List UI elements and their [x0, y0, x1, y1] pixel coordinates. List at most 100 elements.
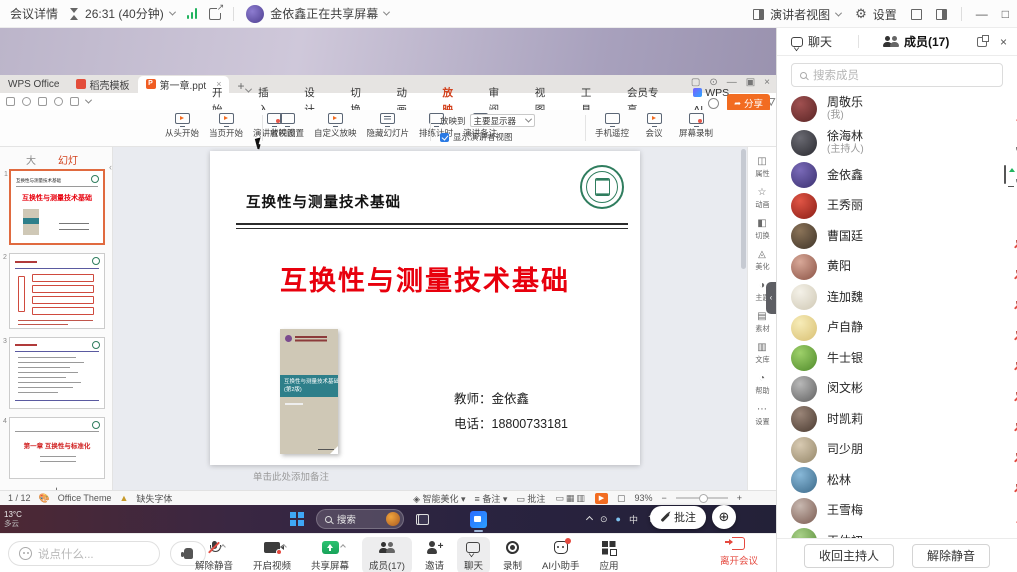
sidebar-item-文库[interactable]: ▥文库: [755, 343, 770, 365]
member-row[interactable]: 松林: [777, 465, 1017, 496]
member-row[interactable]: 牛士银: [777, 343, 1017, 374]
quick-message-input[interactable]: 说点什么...: [8, 541, 160, 566]
invite-button[interactable]: + 邀请: [418, 537, 451, 572]
slide-thumbnail-4[interactable]: 4 第一章 互换性与标准化: [9, 417, 105, 479]
ribbon-hide-slide[interactable]: 隐藏幻灯片: [367, 113, 410, 139]
output-icon[interactable]: [22, 97, 31, 106]
start-button[interactable]: [290, 512, 304, 526]
popout-panel-icon[interactable]: [977, 37, 987, 47]
sidebar-item-属性[interactable]: ◫属性: [755, 157, 770, 179]
leave-meeting-button[interactable]: 离开会议: [720, 537, 758, 567]
editor-scrollbar[interactable]: [741, 149, 746, 269]
reclaim-host-button[interactable]: 收回主持人: [804, 544, 894, 568]
tab-wps-office[interactable]: WPS Office: [0, 76, 68, 93]
ribbon-slideshow-settings[interactable]: 放映设置: [270, 113, 304, 139]
notes-placeholder[interactable]: 单击此处添加备注: [253, 469, 329, 483]
member-row[interactable]: 王仲初: [777, 526, 1017, 538]
zoom-level[interactable]: 93%: [634, 493, 652, 503]
share-screen-button[interactable]: 共享屏幕: [304, 537, 356, 572]
undo-icon[interactable]: [54, 97, 63, 106]
side-panel-toggle-icon[interactable]: [936, 9, 947, 20]
record-button[interactable]: 录制: [496, 537, 529, 572]
theme-label[interactable]: Office Theme: [58, 493, 112, 503]
zoom-out-button[interactable]: −: [661, 493, 666, 503]
sidebar-item-美化[interactable]: ◬美化: [755, 250, 770, 272]
network-signal-icon[interactable]: [187, 8, 198, 19]
unmute-button[interactable]: 解除静音: [188, 537, 240, 572]
annotate-button[interactable]: 批注: [650, 506, 706, 529]
tray-cloud-icon[interactable]: ●: [616, 514, 621, 524]
view-mode-icons[interactable]: ▭▦▥: [554, 493, 586, 504]
settings-button[interactable]: ⚙ 设置: [855, 6, 897, 23]
task-view-button[interactable]: [416, 514, 429, 525]
members-button[interactable]: 成员(17): [362, 537, 412, 572]
taskbar-meeting-icon[interactable]: [470, 511, 487, 528]
ribbon-meeting[interactable]: 会议: [639, 113, 669, 139]
meeting-timer[interactable]: 26:31 (40分钟): [70, 5, 175, 22]
member-row[interactable]: 王雪梅: [777, 496, 1017, 527]
display-select[interactable]: 主要显示器: [470, 114, 536, 127]
member-row[interactable]: 卢自静: [777, 313, 1017, 344]
sharing-status[interactable]: 金依鑫正在共享屏幕: [246, 5, 389, 23]
ribbon-from-beginning[interactable]: 从头开始: [165, 113, 199, 139]
tab-members[interactable]: 成员(17): [859, 33, 959, 50]
notes-button[interactable]: ≡ 备注 ▾: [475, 492, 508, 505]
tab-docer[interactable]: 稻壳模板: [68, 76, 138, 93]
missing-font-warning[interactable]: 缺失字体: [136, 492, 172, 505]
sidebar-item-切换[interactable]: ◧切换: [755, 219, 770, 241]
ribbon-custom-show[interactable]: 自定义放映: [314, 113, 357, 139]
ai-assistant-button[interactable]: AI小助手: [535, 537, 586, 572]
zoom-slider[interactable]: [676, 497, 728, 499]
comment-button[interactable]: ▭ 批注: [516, 492, 545, 505]
ribbon-from-current[interactable]: 当页开始: [209, 113, 243, 139]
tray-expand-icon[interactable]: [586, 515, 593, 522]
slide-thumbnail-2[interactable]: 2: [9, 253, 105, 329]
meeting-details-link[interactable]: 会议详情: [10, 5, 58, 22]
ribbon-screen-record[interactable]: 屏幕录制: [679, 113, 713, 139]
slide-thumbnail-1[interactable]: 1 互换性与测量技术基础 互换性与测量技术基础: [9, 169, 105, 245]
open-external-icon[interactable]: [209, 8, 221, 20]
close-panel-icon[interactable]: ×: [1000, 35, 1007, 49]
sidebar-item-帮助[interactable]: ◔帮助: [755, 374, 770, 396]
fullscreen-icon[interactable]: [911, 9, 922, 20]
magnifier-button[interactable]: ⊕: [712, 505, 736, 529]
quick-access-dropdown-icon[interactable]: [85, 97, 92, 104]
start-video-button[interactable]: 开启视频: [246, 537, 298, 572]
member-row[interactable]: 徐海林(主持人): [777, 126, 1017, 160]
taskbar-search[interactable]: 搜索: [316, 509, 404, 529]
tab-chat[interactable]: 聊天: [777, 33, 842, 50]
slideshow-play-button[interactable]: ▶: [595, 493, 608, 504]
member-row[interactable]: 黄阳: [777, 252, 1017, 283]
screen-share-icon[interactable]: [1004, 166, 1006, 184]
show-presenter-checkbox[interactable]: [440, 133, 449, 142]
sidebar-item-动画[interactable]: ☆动画: [755, 188, 770, 210]
member-row[interactable]: 王秀丽: [777, 191, 1017, 222]
unmute-all-button[interactable]: 解除静音: [912, 544, 990, 568]
wps-close[interactable]: ×: [764, 77, 770, 88]
member-search-input[interactable]: 搜索成员: [791, 63, 1003, 87]
taskbar-weather[interactable]: 13°C 多云: [0, 510, 22, 529]
member-row[interactable]: 连加魏: [777, 282, 1017, 313]
save-icon[interactable]: [6, 97, 15, 106]
maximize-button[interactable]: □: [1002, 7, 1009, 21]
redo-icon[interactable]: [70, 97, 79, 106]
member-row[interactable]: 周敬乐(我): [777, 92, 1017, 126]
tray-sync-icon[interactable]: ⊙: [600, 514, 608, 525]
apps-button[interactable]: 应用: [592, 537, 625, 572]
tray-ime[interactable]: 中: [629, 513, 638, 526]
member-row[interactable]: 司少朋: [777, 435, 1017, 466]
slide-thumbnail-3[interactable]: 3: [9, 337, 105, 409]
panel-collapse-handle[interactable]: ‹: [766, 282, 776, 314]
collapse-panel-icon[interactable]: ‹: [109, 162, 112, 172]
cloud-sync-icon[interactable]: [708, 98, 719, 109]
view-mode-selector[interactable]: 演讲者视图: [753, 6, 841, 23]
minimize-button[interactable]: —: [976, 7, 988, 21]
member-row[interactable]: 时凯莉: [777, 404, 1017, 435]
member-row[interactable]: 闵文彬: [777, 374, 1017, 405]
smart-beautify-button[interactable]: ◈ 智能美化 ▾: [413, 492, 465, 505]
member-row[interactable]: 金依鑫: [777, 160, 1017, 191]
member-row[interactable]: 曹国廷: [777, 221, 1017, 252]
sidebar-item-设置[interactable]: ⋯设置: [755, 405, 770, 427]
print-icon[interactable]: [38, 97, 47, 106]
sidebar-item-素材[interactable]: ▤素材: [755, 312, 770, 334]
